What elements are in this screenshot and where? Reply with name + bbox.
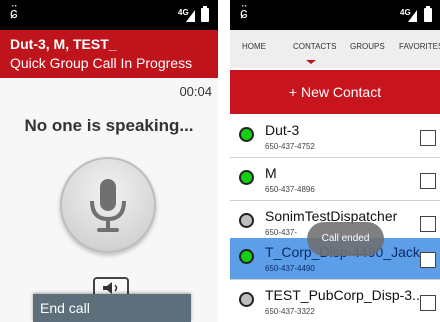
- signal-icon: [408, 10, 417, 22]
- tab-groups[interactable]: GROUPS: [350, 42, 385, 51]
- contact-checkbox[interactable]: [420, 295, 436, 311]
- contact-phone: 650-437-3322: [265, 307, 315, 316]
- end-call-button[interactable]: End call: [33, 294, 191, 322]
- active-tab-indicator: [306, 60, 316, 64]
- tab-contacts[interactable]: CONTACTS: [293, 42, 336, 51]
- contact-name: Dut-3: [265, 122, 300, 138]
- online-status-icon: [239, 127, 254, 142]
- battery-icon: [201, 6, 209, 22]
- contact-name: M: [265, 165, 277, 181]
- contact-row[interactable]: Dut-3 650-437-4752: [230, 116, 440, 158]
- status-bar: ɕ̈ 4G: [230, 0, 440, 30]
- notification-icon: ɕ̈: [10, 5, 18, 22]
- contact-row[interactable]: TEST_PubCorp_Disp-3.. 650-437-3322: [230, 281, 440, 322]
- contact-row[interactable]: M 650-437-4896: [230, 159, 440, 201]
- offline-status-icon: [239, 213, 254, 228]
- contact-phone: 650-437-4490: [265, 264, 315, 273]
- speaking-status: No one is speaking...: [24, 116, 194, 135]
- contact-phone: 650-437-4896: [265, 185, 315, 194]
- speaker-icon: [103, 282, 118, 294]
- call-screen: ɕ̈ 4G Dut-3, M, TEST_ Quick Group Call I…: [0, 0, 218, 322]
- tab-home[interactable]: HOME: [242, 42, 266, 51]
- offline-status-icon: [239, 292, 254, 307]
- contact-phone: 650-437-4752: [265, 142, 315, 151]
- caller-name: Dut-3, M, TEST_: [10, 36, 117, 52]
- call-ended-toast: Call ended: [307, 222, 384, 256]
- battery-icon: [424, 6, 432, 22]
- notification-icon: ɕ̈: [240, 5, 248, 22]
- new-contact-button[interactable]: + New Contact: [230, 70, 440, 114]
- tab-favorites[interactable]: FAVORITES: [399, 42, 440, 51]
- contacts-screen: ɕ̈ 4G HOME CONTACTS GROUPS FAVORITES + N…: [230, 0, 440, 322]
- microphone-icon: [90, 179, 126, 232]
- contact-checkbox[interactable]: [420, 216, 436, 232]
- online-status-icon: [239, 170, 254, 185]
- contact-checkbox[interactable]: [420, 173, 436, 189]
- signal-icon: [186, 10, 195, 22]
- contact-checkbox[interactable]: [420, 130, 436, 146]
- tab-bar: HOME CONTACTS GROUPS FAVORITES: [230, 30, 440, 68]
- call-header: Dut-3, M, TEST_ Quick Group Call In Prog…: [0, 30, 218, 78]
- push-to-talk-button[interactable]: [60, 157, 156, 253]
- online-status-icon: [239, 249, 254, 264]
- contact-name: TEST_PubCorp_Disp-3..: [265, 287, 420, 303]
- contact-phone: 650-437-: [265, 228, 298, 237]
- call-status: Quick Group Call In Progress: [10, 55, 193, 71]
- call-timer: 00:04: [179, 84, 212, 99]
- contact-checkbox[interactable]: [420, 252, 436, 268]
- status-bar: ɕ̈ 4G: [0, 0, 218, 30]
